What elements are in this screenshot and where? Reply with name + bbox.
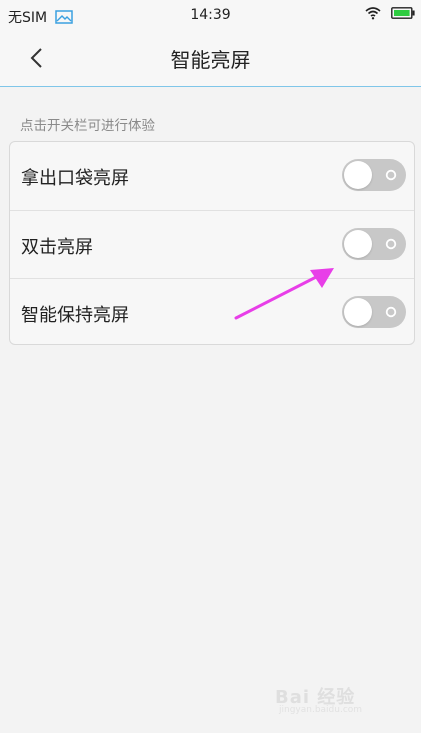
clock: 14:39 [190,7,231,23]
status-bar: 无SIM 14:39 [0,0,421,30]
settings-list: 拿出口袋亮屏 双击亮屏 智能保持亮屏 [9,141,415,345]
setting-label: 拿出口袋亮屏 [21,168,129,189]
smart-stay-on-toggle[interactable] [342,296,406,328]
pocket-wake-toggle[interactable] [342,159,406,191]
setting-row-pocket-wake[interactable]: 拿出口袋亮屏 [10,142,414,210]
double-tap-wake-toggle[interactable] [342,228,406,260]
toggle-knob [344,298,372,326]
setting-label: 双击亮屏 [21,237,93,258]
section-hint: 点击开关栏可进行体验 [20,118,155,134]
battery-icon [391,7,415,19]
setting-row-smart-stay-on[interactable]: 智能保持亮屏 [10,278,414,346]
page-title: 智能亮屏 [170,48,251,72]
toggle-off-icon [385,238,397,250]
wifi-icon [365,7,381,20]
watermark-url: jingyan.baidu.com [279,705,363,715]
title-bar: 智能亮屏 [0,30,421,87]
setting-row-double-tap-wake[interactable]: 双击亮屏 [10,210,414,278]
setting-label: 智能保持亮屏 [21,305,129,326]
toggle-knob [344,161,372,189]
toggle-off-icon [385,169,397,181]
toggle-off-icon [385,306,397,318]
toggle-knob [344,230,372,258]
status-right [365,6,415,20]
watermark: Bai 经验 jingyan.baidu.com [275,681,395,717]
annotation-arrow-icon [234,268,334,320]
